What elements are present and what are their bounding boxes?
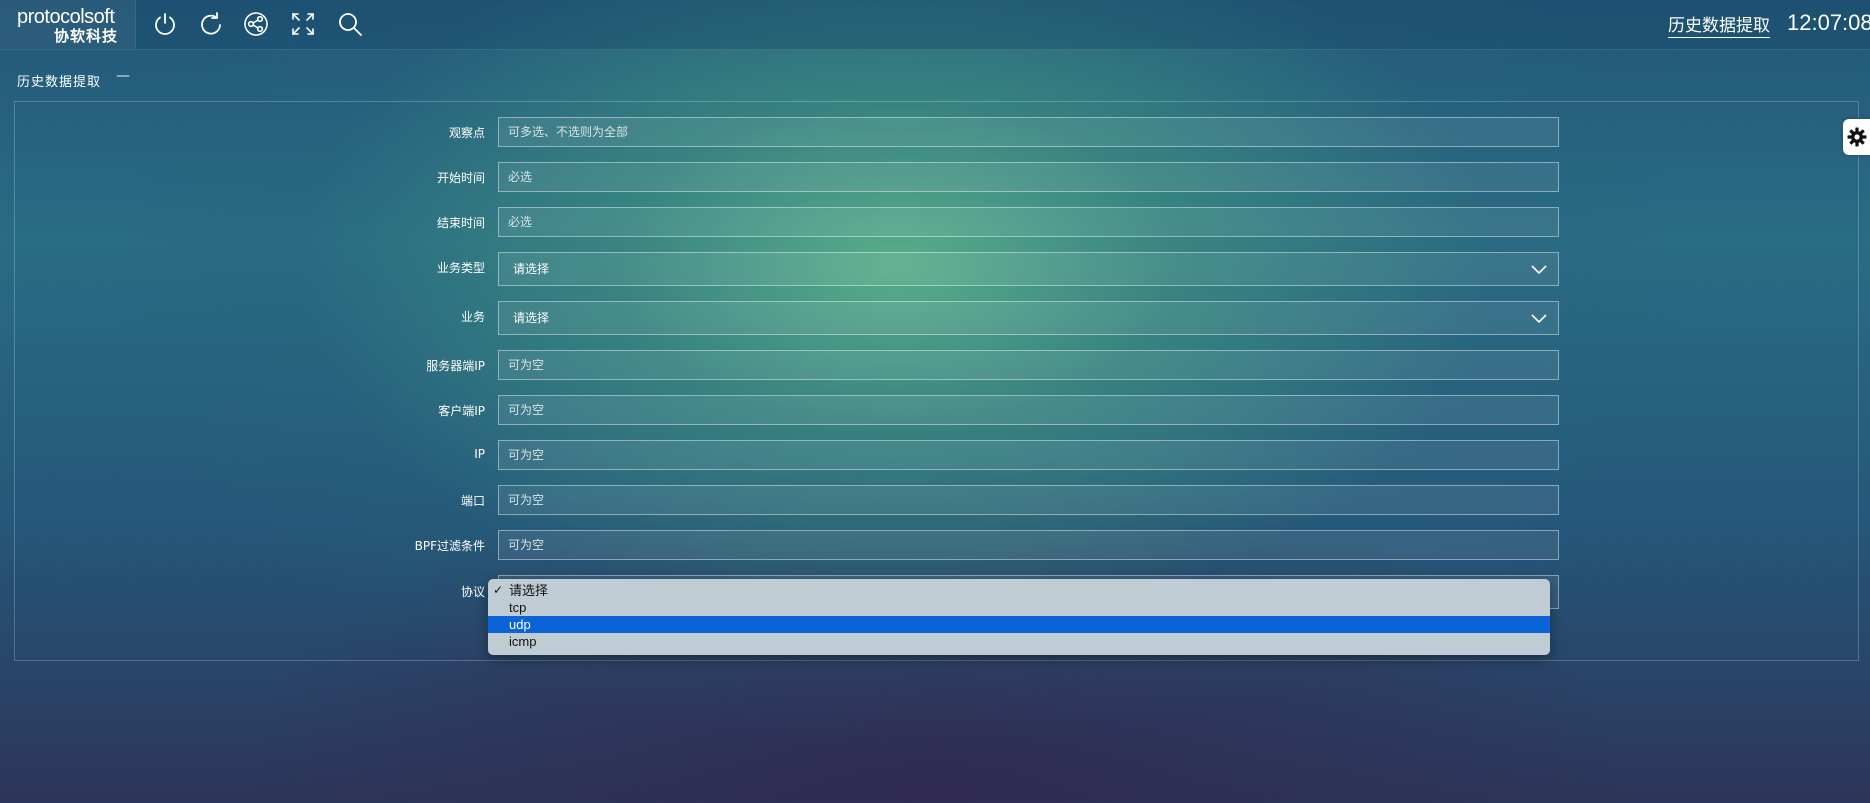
end-time-input[interactable]: 必选: [498, 207, 1559, 237]
label-start-time: 开始时间: [436, 171, 485, 185]
settings-button[interactable]: [1843, 119, 1870, 155]
collapse-button[interactable]: —: [116, 68, 130, 84]
business-type-select[interactable]: 请选择: [498, 252, 1559, 286]
protocol-option-please-select[interactable]: ✓ 请选择: [488, 582, 1550, 599]
label-observation-point: 观察点: [448, 126, 485, 140]
business-value: 请选择: [513, 311, 550, 325]
option-label: icmp: [509, 634, 537, 649]
label-end-time: 结束时间: [436, 216, 485, 230]
power-icon[interactable]: [151, 10, 179, 38]
label-business: 业务: [460, 310, 485, 324]
fullscreen-icon[interactable]: [289, 10, 317, 38]
protocol-dropdown-menu: ✓ 请选择 tcp udp icmp: [488, 579, 1550, 655]
label-port: 端口: [460, 494, 485, 508]
label-bpf-filter: BPF过滤条件: [414, 539, 485, 553]
client-ip-input[interactable]: 可为空: [498, 395, 1559, 425]
label-business-type: 业务类型: [436, 261, 485, 275]
label-ip: IP: [474, 447, 485, 461]
logo-subtext: 协软科技: [54, 27, 119, 45]
port-input[interactable]: 可为空: [498, 485, 1559, 515]
protocol-option-icmp[interactable]: icmp: [488, 633, 1550, 650]
checkmark-icon: ✓: [493, 583, 504, 597]
section-title: 历史数据提取: [17, 75, 102, 90]
start-time-input[interactable]: 必选: [498, 162, 1559, 192]
top-bar: protocolsoft 协软科技 历史数据提取 12:07:08: [0, 0, 1870, 50]
business-type-value: 请选择: [513, 262, 550, 276]
option-label: 请选择: [509, 583, 549, 598]
chevron-down-icon: [1531, 265, 1547, 275]
server-ip-input[interactable]: 可为空: [498, 350, 1559, 380]
label-protocol: 协议: [460, 585, 485, 599]
share-icon[interactable]: [242, 10, 270, 38]
label-server-ip: 服务器端IP: [426, 359, 485, 373]
observation-point-input[interactable]: 可多选、不选则为全部: [498, 117, 1559, 147]
gear-icon: [1847, 127, 1867, 147]
clock: 12:07:08: [1787, 10, 1870, 35]
search-icon[interactable]: [336, 10, 364, 38]
business-select[interactable]: 请选择: [498, 301, 1559, 335]
bpf-filter-input[interactable]: 可为空: [498, 530, 1559, 560]
protocol-option-udp[interactable]: udp: [488, 616, 1550, 633]
option-label: udp: [509, 617, 531, 632]
refresh-icon[interactable]: [197, 10, 225, 38]
option-label: tcp: [509, 600, 527, 615]
page-title-link[interactable]: 历史数据提取: [1668, 11, 1770, 38]
protocol-option-tcp[interactable]: tcp: [488, 599, 1550, 616]
chevron-down-icon: [1531, 314, 1547, 324]
ip-input[interactable]: 可为空: [498, 440, 1559, 470]
label-client-ip: 客户端IP: [438, 404, 485, 418]
logo[interactable]: protocolsoft 协软科技: [0, 0, 136, 49]
